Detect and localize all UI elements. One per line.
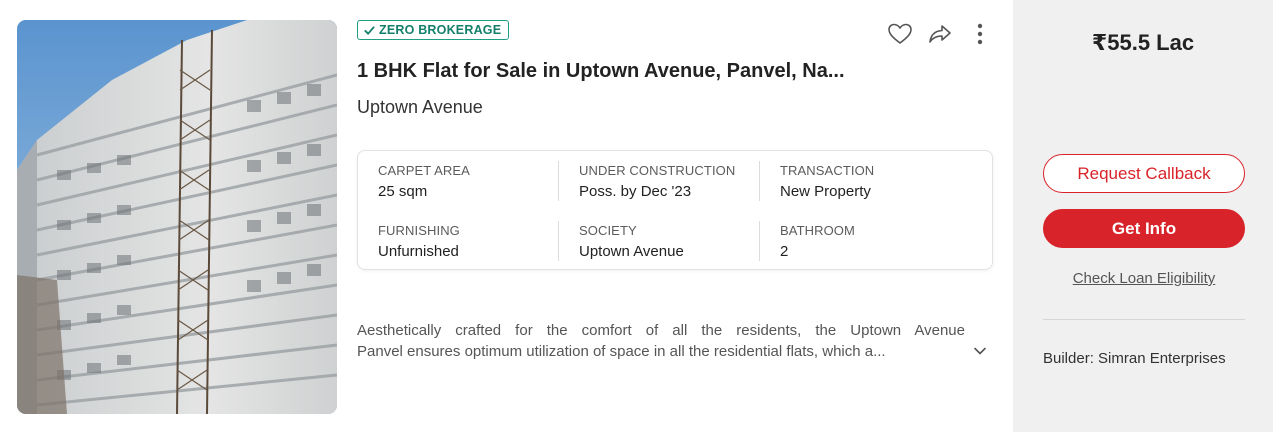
chevron-down-icon[interactable] <box>971 342 989 360</box>
heart-icon <box>888 23 912 44</box>
furnishing: FURNISHING Unfurnished <box>378 223 558 260</box>
construction-status-value: Poss. by Dec '23 <box>579 183 692 200</box>
divider <box>558 221 559 261</box>
listing-details: ZERO BROKERAGE 1 BHK Flat for Sale in Up… <box>357 0 997 432</box>
carpet-area-value: 25 sqm <box>378 183 428 200</box>
divider <box>558 161 559 201</box>
request-callback-button[interactable]: Request Callback <box>1043 154 1245 193</box>
builder-name[interactable]: Builder: Simran Enterprises <box>1043 350 1247 367</box>
card-actions <box>887 20 993 48</box>
get-info-button[interactable]: Get Info <box>1043 209 1245 248</box>
share-button[interactable] <box>927 20 953 48</box>
project-name[interactable]: Uptown Avenue <box>357 97 483 118</box>
property-card: ZERO BROKERAGE 1 BHK Flat for Sale in Up… <box>0 0 1273 432</box>
check-loan-eligibility-link[interactable]: Check Loan Eligibility <box>1013 270 1273 287</box>
bathroom: BATHROOM 2 <box>780 223 960 260</box>
property-photo[interactable] <box>17 20 337 414</box>
transaction-value: New Property <box>780 183 871 200</box>
bathroom-label: BATHROOM <box>780 223 855 238</box>
divider <box>759 161 760 201</box>
carpet-area-label: CARPET AREA <box>378 163 470 178</box>
divider <box>759 221 760 261</box>
building-image <box>17 20 337 414</box>
description-line-2: Panvel ensures optimum utilization of sp… <box>357 343 886 360</box>
divider <box>1043 319 1245 320</box>
society: SOCIETY Uptown Avenue <box>579 223 759 260</box>
listing-title[interactable]: 1 BHK Flat for Sale in Uptown Avenue, Pa… <box>357 60 845 83</box>
favourite-button[interactable] <box>887 20 913 48</box>
transaction-label: TRANSACTION <box>780 163 875 178</box>
construction-status-label: UNDER CONSTRUCTION <box>579 163 736 178</box>
furnishing-value: Unfurnished <box>378 243 459 260</box>
share-icon <box>929 25 951 43</box>
transaction: TRANSACTION New Property <box>780 163 960 200</box>
zero-brokerage-badge: ZERO BROKERAGE <box>357 20 510 40</box>
carpet-area: CARPET AREA 25 sqm <box>378 163 558 200</box>
society-label: SOCIETY <box>579 223 637 238</box>
price-panel: ₹55.5 Lac Request Callback Get Info Chec… <box>1013 0 1273 432</box>
description-line-1: Aesthetically crafted for the comfort of… <box>357 322 965 339</box>
furnishing-label: FURNISHING <box>378 223 460 238</box>
more-options-button[interactable] <box>967 20 993 48</box>
badge-label: ZERO BROKERAGE <box>379 23 502 37</box>
check-icon <box>364 25 375 35</box>
price: ₹55.5 Lac <box>1091 30 1195 55</box>
construction-status: UNDER CONSTRUCTION Poss. by Dec '23 <box>579 163 759 200</box>
society-value[interactable]: Uptown Avenue <box>579 243 759 260</box>
property-summary: CARPET AREA 25 sqm UNDER CONSTRUCTION Po… <box>357 150 993 270</box>
bathroom-value: 2 <box>780 243 789 260</box>
listing-description[interactable]: Aesthetically crafted for the comfort of… <box>357 320 965 362</box>
more-vertical-icon <box>977 23 983 45</box>
